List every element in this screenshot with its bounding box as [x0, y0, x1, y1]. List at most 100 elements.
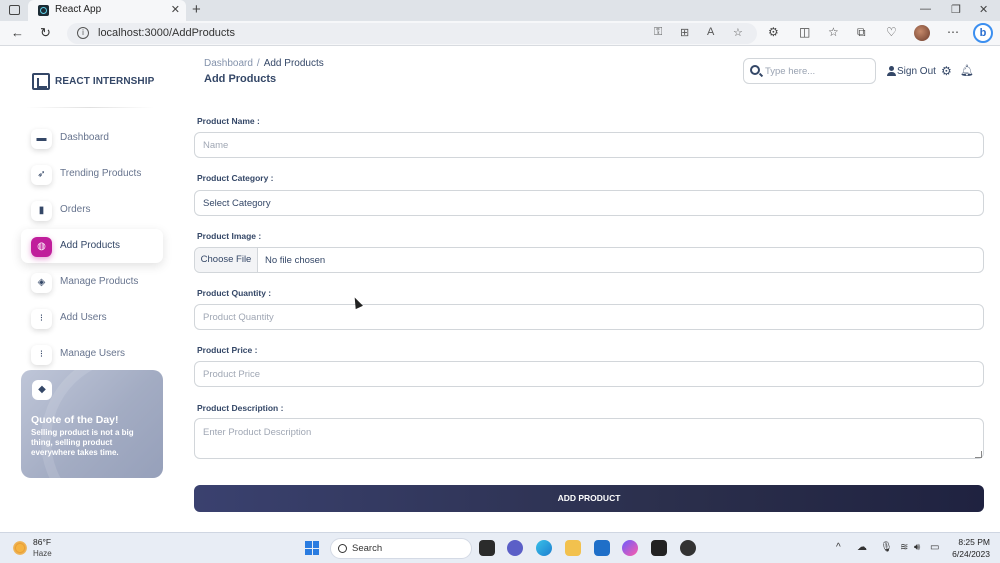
- favorite-icon[interactable]: ☆: [733, 26, 743, 39]
- favorites-icon[interactable]: ☆: [828, 25, 839, 39]
- sidebar-item-trending-products[interactable]: ➶ Trending Products: [21, 157, 163, 191]
- tab-actions-icon[interactable]: [9, 5, 20, 15]
- read-aloud-icon[interactable]: A: [707, 26, 714, 38]
- edge-icon[interactable]: [536, 540, 552, 556]
- clock-time[interactable]: 8:25 PM: [956, 537, 990, 547]
- search-icon: [750, 65, 760, 75]
- product-price-label: Product Price :: [197, 345, 258, 355]
- minimize-button[interactable]: —: [920, 3, 931, 15]
- diamond-icon: ◆: [32, 380, 52, 400]
- choose-file-button[interactable]: Choose File: [195, 248, 258, 272]
- copilot-icon[interactable]: [622, 540, 638, 556]
- breadcrumb: Dashboard / Add Products: [204, 58, 324, 69]
- search-input[interactable]: [765, 64, 870, 79]
- browser-tab[interactable]: React App ✕: [28, 0, 186, 21]
- taskbar-search-label: Search: [352, 543, 383, 554]
- extensions-icon[interactable]: ⚙: [768, 25, 779, 39]
- sidebar-item-label: Manage Users: [60, 348, 126, 359]
- app-available-icon[interactable]: ⊞: [680, 26, 689, 39]
- volume-icon[interactable]: 🔊︎: [914, 542, 920, 553]
- file-status: No file chosen: [265, 255, 326, 266]
- sidebar-item-label: Add Users: [60, 312, 107, 323]
- product-description-textarea[interactable]: [194, 418, 984, 459]
- maximize-button[interactable]: ❐: [951, 3, 961, 16]
- task-view-icon[interactable]: [479, 540, 495, 556]
- weather-temperature[interactable]: 86°F: [33, 537, 51, 547]
- windows-start-icon[interactable]: [305, 541, 319, 555]
- sidebar-item-label: Trending Products: [60, 168, 142, 179]
- sidebar-item-manage-users[interactable]: ⁝ Manage Users: [21, 337, 163, 371]
- microphone-icon[interactable]: 🎙︎: [880, 542, 893, 553]
- product-category-select[interactable]: Select Category: [194, 190, 984, 216]
- sidebar-item-label: Add Products: [60, 240, 121, 251]
- weather-condition[interactable]: Haze: [33, 549, 52, 558]
- product-category-label: Product Category :: [197, 173, 274, 183]
- breadcrumb-current: Add Products: [263, 58, 324, 69]
- browser-tab-bar: React App ✕ + — ❐ ✕: [0, 0, 1000, 21]
- product-quantity-input[interactable]: [194, 304, 984, 330]
- github-desktop-icon[interactable]: [680, 540, 696, 556]
- sidebar-item-label: Orders: [60, 204, 91, 215]
- user-icon[interactable]: [887, 66, 896, 76]
- product-name-input[interactable]: [194, 132, 984, 158]
- sidebar-divider: [26, 107, 154, 108]
- battery-icon[interactable]: ▭: [930, 542, 939, 553]
- chevron-up-icon[interactable]: ^: [836, 542, 841, 553]
- tab-title: React App: [55, 4, 102, 15]
- window-close-button[interactable]: ✕: [979, 3, 988, 16]
- collections-icon[interactable]: ⧉: [857, 25, 866, 40]
- sidebar-item-add-users[interactable]: ⁝ Add Users: [21, 301, 163, 335]
- users-icon: ⁝: [31, 345, 52, 365]
- product-price-input[interactable]: [194, 361, 984, 387]
- brand-logo-icon: [32, 73, 50, 90]
- key-icon[interactable]: ⚿: [654, 26, 662, 39]
- resize-handle[interactable]: [975, 451, 982, 458]
- add-user-icon: ⁝: [31, 309, 52, 329]
- more-icon[interactable]: ⋯: [947, 25, 959, 39]
- bell-icon[interactable]: 🔔︎: [960, 64, 974, 77]
- weather-icon[interactable]: [13, 541, 27, 555]
- taskbar-search[interactable]: Search: [330, 538, 472, 559]
- url-text[interactable]: localhost:3000/AddProducts: [98, 27, 235, 39]
- search-box[interactable]: [743, 58, 876, 84]
- add-product-button[interactable]: ADD PRODUCT: [194, 485, 984, 512]
- split-screen-icon[interactable]: ◫: [799, 25, 810, 39]
- rocket-icon: ➶: [31, 165, 52, 185]
- sidebar-item-dashboard[interactable]: ▬ Dashboard: [21, 121, 163, 155]
- refresh-icon[interactable]: ↻: [40, 25, 51, 41]
- tab-close-button[interactable]: ✕: [171, 3, 180, 16]
- product-quantity-label: Product Quantity :: [197, 288, 272, 298]
- clock-date[interactable]: 6/24/2023: [946, 549, 990, 559]
- sidebar-item-manage-products[interactable]: ◈ Manage Products: [21, 265, 163, 299]
- taskbar: 86°F Haze Search ^ ☁ 🎙︎ ≋ 🔊︎ ▭ 8:25 PM 6…: [0, 532, 1000, 563]
- address-bar[interactable]: i localhost:3000/AddProducts ⚿ ⊞ A ☆: [67, 23, 757, 44]
- sidebar-item-add-products[interactable]: ◍ Add Products: [21, 229, 163, 263]
- onedrive-icon[interactable]: ☁: [857, 542, 867, 553]
- back-icon[interactable]: ←: [11, 25, 24, 40]
- search-icon: [338, 544, 347, 553]
- store-icon: ▬: [31, 129, 52, 149]
- sign-out-link[interactable]: Sign Out: [897, 66, 936, 77]
- gear-icon[interactable]: ⚙: [941, 64, 952, 78]
- product-name-label: Product Name :: [197, 116, 260, 126]
- profile-avatar[interactable]: [914, 25, 930, 41]
- teams-chat-icon[interactable]: [507, 540, 523, 556]
- breadcrumb-dashboard-link[interactable]: Dashboard: [204, 58, 253, 69]
- new-tab-button[interactable]: +: [192, 1, 201, 18]
- app-root: REACT INTERNSHIP ▬ Dashboard ➶ Trending …: [0, 47, 1000, 532]
- wifi-icon[interactable]: ≋: [900, 542, 908, 553]
- sidebar-item-orders[interactable]: ▮ Orders: [21, 193, 163, 227]
- bing-chat-icon[interactable]: b: [973, 23, 993, 43]
- terminal-icon[interactable]: [651, 540, 667, 556]
- info-icon[interactable]: i: [77, 27, 89, 39]
- product-image-file-input[interactable]: Choose File No file chosen: [194, 247, 984, 273]
- layers-icon: ◈: [31, 273, 52, 293]
- file-explorer-icon[interactable]: [565, 540, 581, 556]
- sidebar-item-label: Manage Products: [60, 276, 139, 287]
- product-description-label: Product Description :: [197, 403, 284, 413]
- bar-chart-icon: ▮: [31, 201, 52, 221]
- quote-text: Selling product is not a big thing, sell…: [31, 428, 134, 457]
- browser-essentials-icon[interactable]: ♡: [886, 25, 897, 39]
- mail-icon[interactable]: [594, 540, 610, 556]
- browser-toolbar: ← ↻ i localhost:3000/AddProducts ⚿ ⊞ A ☆…: [0, 21, 1000, 46]
